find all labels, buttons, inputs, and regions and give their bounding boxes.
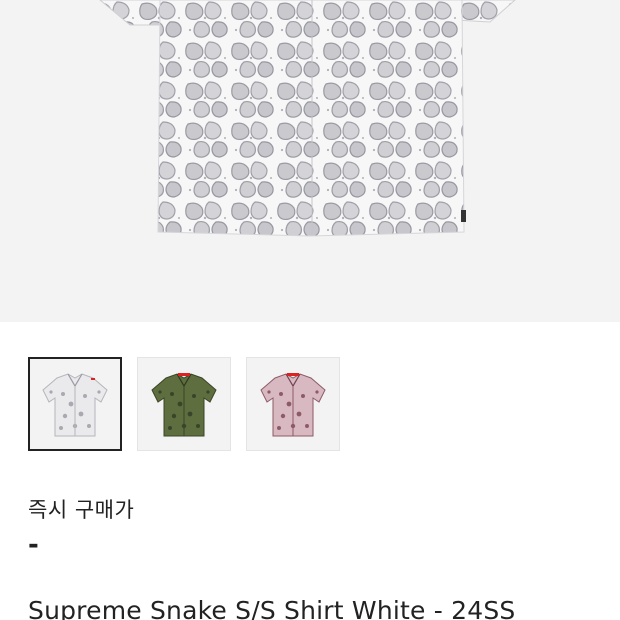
thumbnail-olive[interactable] [137,357,231,451]
instant-buy-price-value: - [28,530,39,560]
shirt-thumbnail-white [42,373,108,437]
thumbnail-pink[interactable] [246,357,340,451]
product-title: Supreme Snake S/S Shirt White - 24SS [28,596,516,620]
shirt-thumbnail-pink [260,373,326,437]
shirt-thumbnail-olive [151,373,217,437]
instant-buy-price-label: 즉시 구매가 [28,498,135,522]
thumbnail-white[interactable] [28,357,122,451]
shirt-image [99,0,516,237]
product-main-image[interactable] [0,0,620,322]
thumbnail-strip [28,357,340,451]
product-detail-page: 즉시 구매가 - Supreme Snake S/S Shirt White -… [0,0,620,620]
